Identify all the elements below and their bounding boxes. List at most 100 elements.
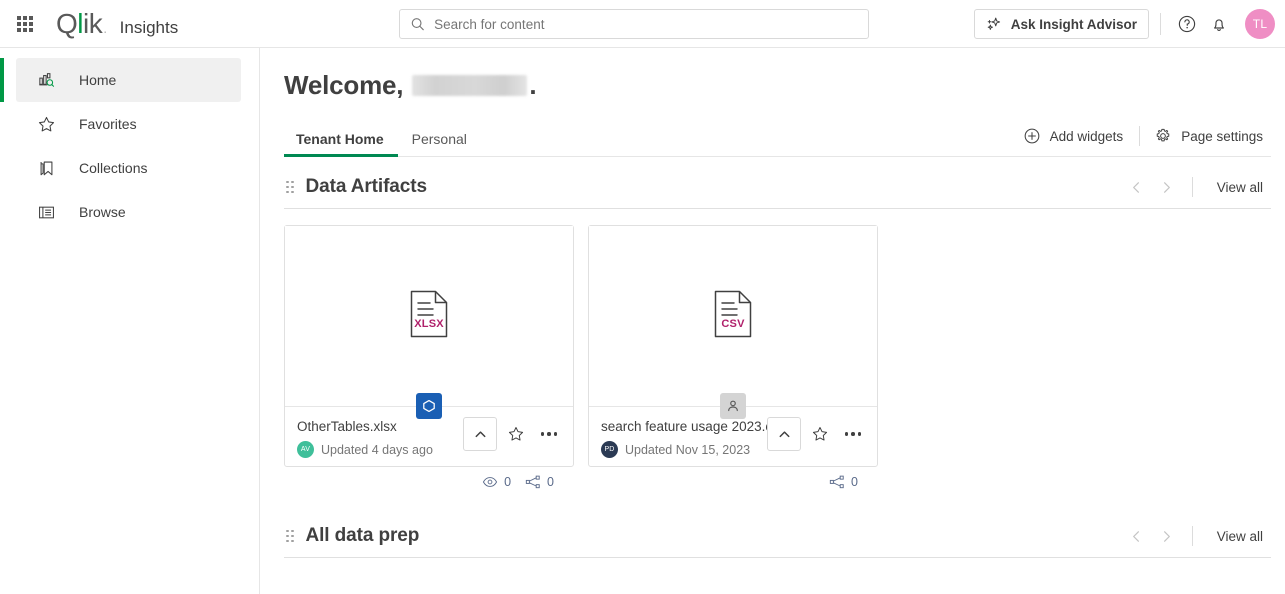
card-updated-text: Updated Nov 15, 2023 <box>625 442 751 457</box>
sidebar-item-favorites-label: Favorites <box>79 116 137 132</box>
gear-icon <box>1156 128 1170 142</box>
carousel-next-button[interactable] <box>1154 174 1180 200</box>
app-launcher-button[interactable] <box>10 9 40 39</box>
view-all-link[interactable]: View all <box>1209 176 1271 199</box>
file-extension-label: CSV <box>721 317 745 330</box>
brand-logo[interactable]: Ql ik. Insights <box>56 7 179 39</box>
view-all-link[interactable]: View all <box>1209 525 1271 548</box>
section-header-left: All data prep <box>284 525 419 547</box>
section-header-all-data-prep: All data prep View all <box>284 523 1271 558</box>
content-card[interactable]: XLSX OtherTables.xlsx AV Updated 4 days … <box>284 225 574 467</box>
ellipsis-icon <box>844 432 862 436</box>
add-widgets-label: Add widgets <box>1049 128 1124 144</box>
page-actions-divider <box>1139 126 1141 146</box>
star-icon <box>812 427 828 441</box>
card-stats: 0 <box>588 467 878 497</box>
card-column: CSV search feature usage 2023.csv PD Upd… <box>588 225 878 497</box>
global-search[interactable] <box>399 9 869 39</box>
card-updated-text: Updated 4 days ago <box>321 442 433 457</box>
owner-avatar-initials: PD <box>604 446 615 453</box>
notifications-button[interactable] <box>1204 9 1234 39</box>
search-input[interactable] <box>434 16 858 32</box>
carousel-next-button[interactable] <box>1154 523 1180 549</box>
section-divider <box>1191 177 1193 197</box>
card-expand-button[interactable] <box>767 417 801 451</box>
page-tabs: Tenant Home Personal <box>284 121 481 157</box>
section-header-right: View all <box>1124 174 1271 200</box>
top-right-controls: Ask Insight Advisor TL <box>973 0 1275 48</box>
welcome-prefix: Welcome, <box>284 70 404 100</box>
logo-letters-ik: ik <box>83 7 103 39</box>
bookmark-icon <box>36 158 56 178</box>
sparkle-icon <box>987 17 1000 30</box>
card-favorite-button[interactable] <box>806 420 834 448</box>
sidebar-item-collections[interactable]: Collections <box>16 146 241 190</box>
card-thumbnail: XLSX <box>285 226 573 419</box>
sidebar-item-browse[interactable]: Browse <box>16 190 241 234</box>
chevron-right-icon <box>1164 181 1171 193</box>
section-title: All data prep <box>305 525 420 546</box>
carousel-prev-button[interactable] <box>1124 523 1150 549</box>
drag-handle-icon[interactable] <box>284 179 296 196</box>
carousel-prev-button[interactable] <box>1124 174 1150 200</box>
tab-personal-label: Personal <box>411 130 467 147</box>
card-action-buttons <box>463 417 563 451</box>
chevron-right-icon <box>1164 530 1171 542</box>
page-settings-button[interactable]: Page settings <box>1146 123 1271 149</box>
eye-icon <box>482 477 498 487</box>
owner-avatar: AV <box>297 441 314 458</box>
page-settings-label: Page settings <box>1181 128 1263 144</box>
page-title: Welcome, . <box>284 70 1271 101</box>
tab-tenant-home[interactable]: Tenant Home <box>284 121 398 157</box>
star-icon <box>508 427 524 441</box>
user-avatar-initials: TL <box>1252 17 1268 31</box>
drag-handle-icon[interactable] <box>284 528 296 545</box>
card-carousel: XLSX OtherTables.xlsx AV Updated 4 days … <box>284 225 1271 497</box>
section-divider <box>1191 526 1193 546</box>
owner-avatar: PD <box>601 441 618 458</box>
logo-dot: . <box>103 19 107 36</box>
tab-tenant-home-label: Tenant Home <box>296 130 384 147</box>
qlik-logo-icon: Ql ik. <box>56 7 107 39</box>
main-content: Welcome, . Tenant Home Personal Add widg… <box>260 48 1285 594</box>
chevron-up-icon <box>475 430 485 437</box>
sidebar-item-home-label: Home <box>79 72 117 88</box>
toolbar-divider <box>1160 13 1161 35</box>
file-extension-label: XLSX <box>414 317 444 330</box>
section-header-right: View all <box>1124 523 1271 549</box>
search-icon <box>411 18 424 31</box>
card-column: XLSX OtherTables.xlsx AV Updated 4 days … <box>284 225 574 497</box>
redacted-user-name <box>412 75 528 96</box>
section-title: Data Artifacts <box>305 176 428 197</box>
help-circle-icon <box>1178 15 1196 33</box>
card-more-menu-button[interactable] <box>535 420 563 448</box>
sidebar-item-home[interactable]: Home <box>0 58 241 102</box>
browse-list-icon <box>36 202 56 222</box>
section-header-data-artifacts: Data Artifacts View all <box>284 174 1271 209</box>
views-stat: 0 <box>482 474 511 490</box>
star-icon <box>36 114 56 134</box>
card-action-buttons <box>767 417 867 451</box>
card-favorite-button[interactable] <box>502 420 530 448</box>
add-widgets-button[interactable]: Add widgets <box>1015 123 1132 149</box>
card-more-menu-button[interactable] <box>839 420 867 448</box>
app-name-label: Insights <box>119 17 179 37</box>
top-navigation-bar: Qlik. Insights Ask Insight Advisor <box>0 0 1285 48</box>
person-icon <box>720 393 746 419</box>
search-box[interactable] <box>399 9 869 39</box>
welcome-suffix: . <box>529 70 537 100</box>
card-stats: 0 0 <box>284 467 574 497</box>
sidebar-item-favorites[interactable]: Favorites <box>16 102 241 146</box>
user-avatar[interactable]: TL <box>1245 9 1275 39</box>
shares-stat: 0 <box>829 474 858 490</box>
app-body: Home Favorites Collections Browse Welcom… <box>0 48 1285 594</box>
shares-count: 0 <box>547 475 554 489</box>
tab-personal[interactable]: Personal <box>398 121 481 156</box>
content-card[interactable]: CSV search feature usage 2023.csv PD Upd… <box>588 225 878 467</box>
ask-insight-advisor-label: Ask Insight Advisor <box>1010 16 1137 32</box>
grid-menu-icon <box>17 15 33 32</box>
ask-insight-advisor-button[interactable]: Ask Insight Advisor <box>973 9 1149 39</box>
card-expand-button[interactable] <box>463 417 497 451</box>
help-button[interactable] <box>1172 9 1202 39</box>
page-tabs-row: Tenant Home Personal Add widgets Page se… <box>284 121 1271 157</box>
